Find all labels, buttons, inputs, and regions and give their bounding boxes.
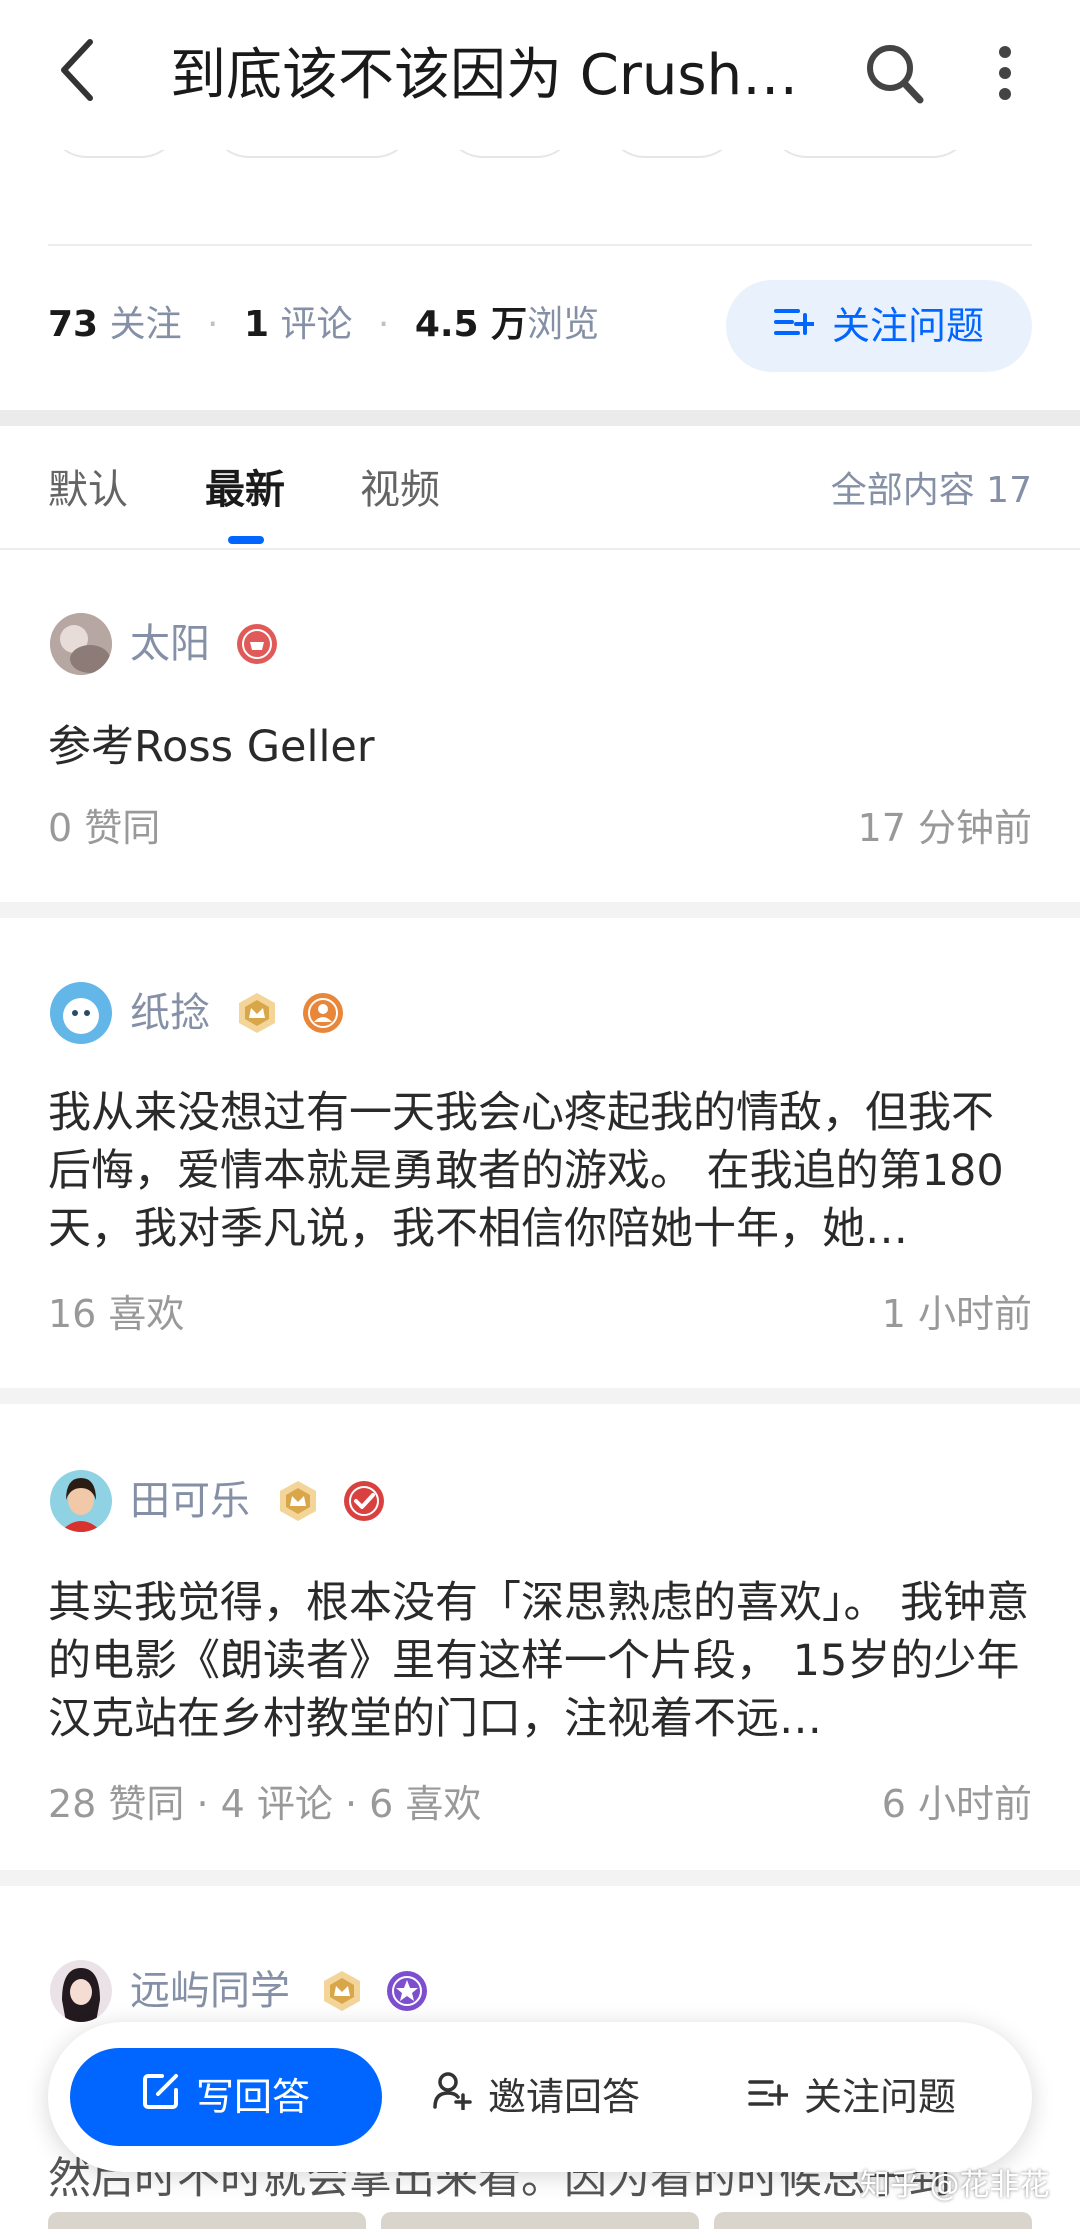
follow-question-bottom-button[interactable]: 关注问题 [748,2048,988,2146]
answer-votes: 0 赞同 [48,806,161,850]
views-count: 4.5 万 [414,304,528,345]
author-name[interactable]: 纸捻 [130,982,210,1044]
answer-time: 17 分钟前 [857,806,1032,850]
watermark: 知乎 @花非花 [860,2168,1050,2203]
answer-excerpt[interactable]: 参考Ross Geller [48,718,1032,776]
creator-level-badge-icon [320,1969,364,2013]
more-options-icon[interactable] [985,38,1025,108]
comments-label[interactable]: 评论 [280,304,352,345]
answer-likes: 16 喜欢 [48,1292,185,1336]
edit-icon [142,2048,180,2146]
separator-dot: · [377,304,390,345]
tab-video[interactable]: 视频 [360,464,440,516]
card-separator [0,1870,1080,1886]
author-name[interactable]: 太阳 [130,613,210,675]
page-title: 到底该不该因为 Crush… [170,43,799,108]
card-separator [0,1388,1080,1404]
follow-question-button[interactable]: 关注问题 [726,280,1032,372]
views-label: 浏览 [527,304,600,345]
section-gap [0,410,1080,426]
top-app-bar: 到底该不该因为 Crush… [0,0,1080,150]
image-thumbnails [48,2212,1032,2229]
excellent-answerer-badge-icon [235,622,279,666]
answer-time: 1 小时前 [881,1292,1032,1336]
avatar[interactable] [50,1960,112,2022]
author-name[interactable]: 田可乐 [130,1470,250,1532]
answer-excerpt[interactable]: 其实我觉得，根本没有「深思熟虑的喜欢」。 我钟意的电影《朗读者》里有这样一个片段… [48,1574,1032,1748]
certified-user-badge-icon [301,991,345,1035]
answer-excerpt[interactable]: 我从来没想过有一天我会心疼起我的情敌，但我不后悔，爱情本就是勇敢者的游戏。 在我… [48,1084,1032,1258]
answer-card[interactable]: 纸捻 我从来没想过有一天我会心疼起我的情敌，但我不后悔，爱情本就是勇敢者的游戏。… [0,918,1080,1388]
write-answer-button[interactable]: 写回答 [70,2048,382,2146]
image-thumbnail[interactable] [714,2212,1032,2229]
tab-default[interactable]: 默认 [48,464,128,516]
follow-list-icon [773,280,816,372]
answer-stats: 28 赞同 · 4 评论 · 6 喜欢 [48,1782,482,1826]
invite-answer-label: 邀请回答 [488,2075,641,2119]
all-content-count[interactable]: 全部内容 17 [831,468,1032,514]
image-thumbnail[interactable] [48,2212,366,2229]
card-separator [0,902,1080,918]
follow-list-icon [748,2048,790,2146]
follows-count: 73 [48,304,99,345]
invite-user-icon [432,2048,472,2146]
follow-question-bottom-label: 关注问题 [804,2075,957,2119]
star-creator-badge-icon [385,1969,429,2013]
invite-answer-button[interactable]: 邀请回答 [432,2048,672,2146]
bottom-action-bar: 写回答 邀请回答 关注问题 [48,2022,1032,2172]
separator-dot: · [207,304,219,345]
answer-card[interactable]: 田可乐 其实我觉得，根本没有「深思熟虑的喜欢」。 我钟意的电影《朗读者》里有这样… [0,1404,1080,1870]
back-arrow-icon[interactable] [50,30,110,110]
sort-tabs: 默认 最新 视频 全部内容 17 [0,426,1080,550]
answer-time: 6 小时前 [881,1782,1032,1826]
avatar[interactable] [50,1470,112,1532]
comments-count[interactable]: 1 [244,304,269,345]
creator-level-badge-icon [276,1479,320,1523]
avatar[interactable] [50,613,112,675]
search-icon[interactable] [862,38,928,108]
tab-latest[interactable]: 最新 [205,464,285,516]
active-tab-indicator [228,536,264,544]
author-name[interactable]: 远屿同学 [130,1960,290,2022]
creator-level-badge-icon [235,991,279,1035]
image-thumbnail[interactable] [381,2212,699,2229]
verified-answer-badge-icon [342,1479,386,1523]
answer-card[interactable]: 太阳 参考Ross Geller 0 赞同 17 分钟前 [0,552,1080,902]
divider [48,244,1032,246]
avatar[interactable] [50,982,112,1044]
write-answer-label: 写回答 [195,2075,310,2119]
follows-label: 关注 [109,304,182,345]
question-stats: 73 关注 · 1 评论 · 4.5 万浏览 [48,295,599,355]
follow-question-label: 关注问题 [831,304,984,348]
